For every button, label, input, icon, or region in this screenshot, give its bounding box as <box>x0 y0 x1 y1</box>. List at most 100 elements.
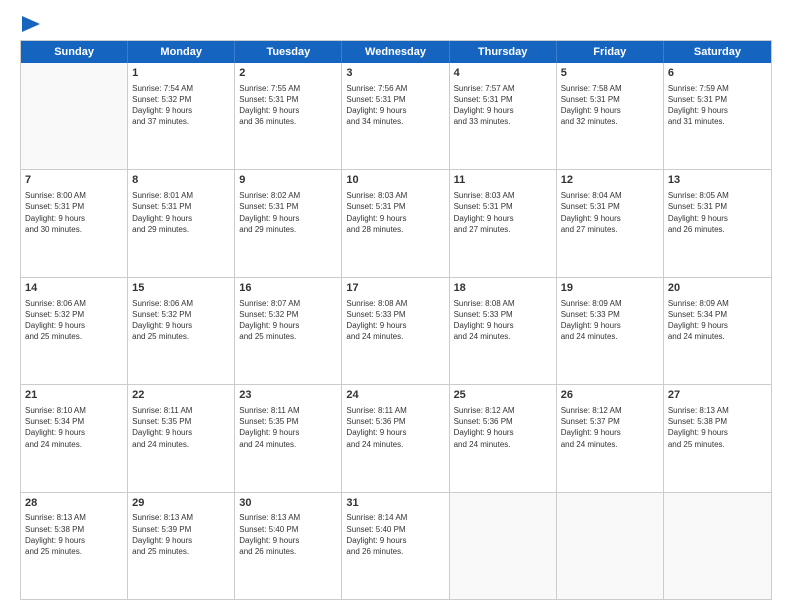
day-number: 17 <box>346 281 444 296</box>
cell-line: Sunrise: 7:55 AM <box>239 83 337 94</box>
cell-line: Sunset: 5:31 PM <box>239 94 337 105</box>
cell-line: Daylight: 9 hours <box>454 427 552 438</box>
calendar-week-3: 14Sunrise: 8:06 AMSunset: 5:32 PMDayligh… <box>21 278 771 385</box>
day-number: 7 <box>25 173 123 188</box>
day-number: 23 <box>239 388 337 403</box>
day-number: 31 <box>346 496 444 511</box>
calendar-cell-day-23: 23Sunrise: 8:11 AMSunset: 5:35 PMDayligh… <box>235 385 342 491</box>
day-number: 29 <box>132 496 230 511</box>
calendar-cell-day-15: 15Sunrise: 8:06 AMSunset: 5:32 PMDayligh… <box>128 278 235 384</box>
cell-line: and 25 minutes. <box>668 439 767 450</box>
cell-line: Daylight: 9 hours <box>561 427 659 438</box>
cell-line: Daylight: 9 hours <box>454 105 552 116</box>
cell-line: Sunset: 5:33 PM <box>561 309 659 320</box>
cell-line: Sunset: 5:34 PM <box>25 416 123 427</box>
calendar: SundayMondayTuesdayWednesdayThursdayFrid… <box>20 40 772 600</box>
cell-line: Sunrise: 7:59 AM <box>668 83 767 94</box>
cell-line: Daylight: 9 hours <box>668 213 767 224</box>
calendar-cell-day-10: 10Sunrise: 8:03 AMSunset: 5:31 PMDayligh… <box>342 170 449 276</box>
cell-line: Daylight: 9 hours <box>25 213 123 224</box>
cell-line: Daylight: 9 hours <box>454 320 552 331</box>
calendar-header-saturday: Saturday <box>664 41 771 63</box>
cell-line: Sunrise: 8:14 AM <box>346 512 444 523</box>
calendar-cell-day-20: 20Sunrise: 8:09 AMSunset: 5:34 PMDayligh… <box>664 278 771 384</box>
calendar-cell-day-4: 4Sunrise: 7:57 AMSunset: 5:31 PMDaylight… <box>450 63 557 169</box>
day-number: 28 <box>25 496 123 511</box>
cell-line: Sunrise: 8:11 AM <box>239 405 337 416</box>
cell-line: Sunset: 5:31 PM <box>346 94 444 105</box>
calendar-cell-day-1: 1 Sunrise: 7:54 AMSunset: 5:32 PMDaylight… <box>128 63 235 169</box>
cell-line: and 24 minutes. <box>132 439 230 450</box>
cell-line: and 31 minutes. <box>668 116 767 127</box>
cell-line: Sunset: 5:33 PM <box>346 309 444 320</box>
calendar-cell-day-6: 6Sunrise: 7:59 AMSunset: 5:31 PMDaylight… <box>664 63 771 169</box>
day-number: 24 <box>346 388 444 403</box>
cell-line: Daylight: 9 hours <box>239 320 337 331</box>
cell-line: Sunrise: 8:02 AM <box>239 190 337 201</box>
cell-line: Daylight: 9 hours <box>132 427 230 438</box>
cell-line: Daylight: 9 hours <box>132 213 230 224</box>
day-number: 1 <box>132 66 230 81</box>
day-number: 19 <box>561 281 659 296</box>
day-number: 26 <box>561 388 659 403</box>
cell-line: and 29 minutes. <box>132 224 230 235</box>
calendar-cell-empty <box>664 493 771 599</box>
cell-line: and 26 minutes. <box>346 546 444 557</box>
cell-line: and 24 minutes. <box>346 331 444 342</box>
page: SundayMondayTuesdayWednesdayThursdayFrid… <box>0 0 792 612</box>
cell-line: Daylight: 9 hours <box>346 535 444 546</box>
cell-line: Daylight: 9 hours <box>346 105 444 116</box>
cell-line: Sunrise: 8:03 AM <box>454 190 552 201</box>
calendar-cell-empty <box>21 63 128 169</box>
cell-line: Daylight: 9 hours <box>346 213 444 224</box>
cell-line: Daylight: 9 hours <box>132 105 230 116</box>
cell-line: and 34 minutes. <box>346 116 444 127</box>
cell-line: Sunset: 5:31 PM <box>239 201 337 212</box>
day-number: 21 <box>25 388 123 403</box>
cell-line: Daylight: 9 hours <box>346 320 444 331</box>
cell-line: Daylight: 9 hours <box>25 535 123 546</box>
cell-line: Sunrise: 8:00 AM <box>25 190 123 201</box>
cell-line: and 37 minutes. <box>132 116 230 127</box>
cell-line: Sunrise: 8:13 AM <box>668 405 767 416</box>
cell-line: Sunrise: 8:11 AM <box>346 405 444 416</box>
calendar-week-1: 1Sunrise: 7:54 AMSunset: 5:32 PMDaylight… <box>21 63 771 170</box>
cell-line: Sunset: 5:36 PM <box>346 416 444 427</box>
calendar-cell-day-27: 27Sunrise: 8:13 AMSunset: 5:38 PMDayligh… <box>664 385 771 491</box>
calendar-cell-day-26: 26Sunrise: 8:12 AMSunset: 5:37 PMDayligh… <box>557 385 664 491</box>
cell-line: Daylight: 9 hours <box>132 535 230 546</box>
logo-arrow-icon <box>22 16 40 32</box>
cell-line: and 25 minutes. <box>239 331 337 342</box>
cell-line: Sunrise: 8:06 AM <box>25 298 123 309</box>
day-number: 2 <box>239 66 337 81</box>
calendar-cell-day-17: 17Sunrise: 8:08 AMSunset: 5:33 PMDayligh… <box>342 278 449 384</box>
day-number: 9 <box>239 173 337 188</box>
calendar-cell-day-24: 24Sunrise: 8:11 AMSunset: 5:36 PMDayligh… <box>342 385 449 491</box>
calendar-cell-day-14: 14Sunrise: 8:06 AMSunset: 5:32 PMDayligh… <box>21 278 128 384</box>
cell-line: and 25 minutes. <box>132 331 230 342</box>
calendar-cell-day-19: 19Sunrise: 8:09 AMSunset: 5:33 PMDayligh… <box>557 278 664 384</box>
day-number: 27 <box>668 388 767 403</box>
cell-line: Sunrise: 8:13 AM <box>132 512 230 523</box>
cell-line: Sunrise: 8:05 AM <box>668 190 767 201</box>
cell-line: Sunrise: 7:54 AM <box>132 83 230 94</box>
cell-line: Sunset: 5:31 PM <box>132 201 230 212</box>
cell-line: Sunset: 5:40 PM <box>239 524 337 535</box>
cell-line: and 26 minutes. <box>668 224 767 235</box>
calendar-body: 1Sunrise: 7:54 AMSunset: 5:32 PMDaylight… <box>21 63 771 599</box>
cell-line: Daylight: 9 hours <box>239 105 337 116</box>
cell-line: Sunrise: 8:01 AM <box>132 190 230 201</box>
day-number: 6 <box>668 66 767 81</box>
calendar-header: SundayMondayTuesdayWednesdayThursdayFrid… <box>21 41 771 63</box>
calendar-header-monday: Monday <box>128 41 235 63</box>
calendar-cell-day-18: 18Sunrise: 8:08 AMSunset: 5:33 PMDayligh… <box>450 278 557 384</box>
cell-line: and 25 minutes. <box>25 331 123 342</box>
calendar-week-4: 21Sunrise: 8:10 AMSunset: 5:34 PMDayligh… <box>21 385 771 492</box>
cell-line: Sunset: 5:32 PM <box>132 94 230 105</box>
day-number: 16 <box>239 281 337 296</box>
calendar-header-tuesday: Tuesday <box>235 41 342 63</box>
cell-line: and 24 minutes. <box>25 439 123 450</box>
cell-line: Sunset: 5:31 PM <box>25 201 123 212</box>
cell-line: and 25 minutes. <box>132 546 230 557</box>
calendar-cell-day-16: 16Sunrise: 8:07 AMSunset: 5:32 PMDayligh… <box>235 278 342 384</box>
